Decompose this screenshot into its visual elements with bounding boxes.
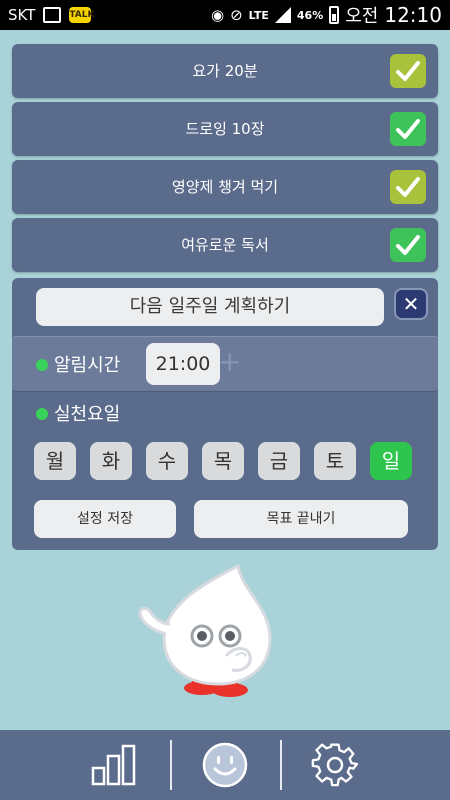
day-toggle-fri[interactable]: 금 [258,442,300,480]
day-toggle-wed[interactable]: 수 [146,442,188,480]
bullet-dot [36,408,48,420]
mascot-illustration [138,563,272,697]
gear-icon [311,743,359,787]
mute-icon: ⊘ [230,6,243,24]
goal-settings-panel: 다음 일주일 계획하기 ✕ 알림시간 21:00 + 실천요일 월 화 수 목 … [12,278,438,550]
check-icon[interactable] [390,228,426,262]
signal-icon [274,7,291,23]
bullet-dot [36,359,48,371]
settings-tab[interactable] [300,730,370,800]
nav-divider [280,740,282,790]
close-icon[interactable]: ✕ [394,288,428,320]
plan-next-week-button[interactable]: 다음 일주일 계획하기 [36,288,384,326]
bottom-navigation [0,730,450,800]
battery-icon [329,6,340,24]
goal-label: 드로잉 10장 [185,120,265,138]
check-icon[interactable] [390,54,426,88]
day-toggle-thu[interactable]: 목 [202,442,244,480]
home-tab[interactable] [190,730,260,800]
goal-row[interactable]: 영양제 챙겨 먹기 [12,160,438,214]
lte-icon: LTE [248,8,269,22]
smiley-icon [202,742,248,788]
alarm-label: 알림시간 [54,355,121,376]
goal-label: 요가 20분 [192,62,258,80]
kakaotalk-icon: TALK [69,7,94,23]
day-toggle-sun[interactable]: 일 [370,442,412,480]
day-selector: 월 화 수 목 금 토 일 [34,442,412,480]
chart-icon [91,744,136,786]
goal-row[interactable]: 드로잉 10장 [12,102,438,156]
day-toggle-sat[interactable]: 토 [314,442,356,480]
stats-tab[interactable] [80,730,150,800]
status-bar: SKT TALK ◉ ⊘ LTE 46% 오전 12:10 [0,0,450,30]
clock-time: 12:10 [384,3,442,27]
goal-label: 영양제 챙겨 먹기 [171,178,279,196]
alarm-row: 알림시간 21:00 + [12,336,438,392]
image-icon [43,7,62,23]
battery-percent: 46% [296,8,324,22]
carrier-label: SKT [8,6,36,24]
end-goal-button[interactable]: 목표 끝내기 [194,500,408,538]
day-toggle-mon[interactable]: 월 [34,442,76,480]
check-icon[interactable] [390,112,426,146]
goal-row[interactable]: 요가 20분 [12,44,438,98]
days-label: 실천요일 [54,404,121,425]
check-icon[interactable] [390,170,426,204]
goal-label: 여유로운 독서 [181,236,269,254]
clock-ampm: 오전 [345,6,379,27]
alarm-time-input[interactable]: 21:00 [146,343,220,385]
eye-icon: ◉ [211,6,225,24]
nav-divider [170,740,172,790]
plus-icon[interactable]: + [218,347,241,377]
day-toggle-tue[interactable]: 화 [90,442,132,480]
save-settings-button[interactable]: 설정 저장 [34,500,176,538]
goal-row[interactable]: 여유로운 독서 [12,218,438,272]
